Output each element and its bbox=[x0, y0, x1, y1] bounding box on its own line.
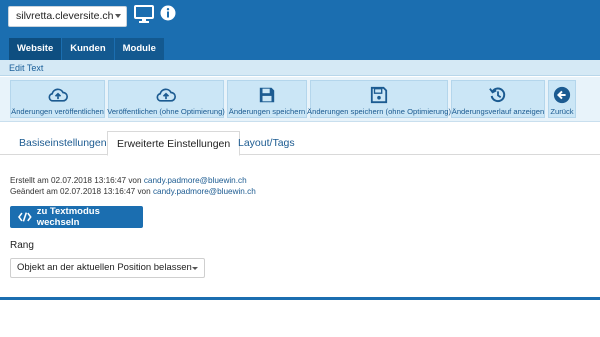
tab-erweiterte-einstellungen[interactable]: Erweiterte Einstellungen bbox=[107, 131, 241, 156]
info-icon[interactable] bbox=[160, 5, 176, 21]
back-button[interactable]: Zurück bbox=[548, 80, 576, 118]
top-header: silvretta.cleversite.ch Website Kunden M… bbox=[0, 0, 600, 60]
chevron-down-icon bbox=[115, 14, 121, 18]
arrow-left-circle-icon bbox=[553, 86, 571, 104]
toolbar-button-label: Änderungen speichern bbox=[228, 107, 306, 116]
tab-layout-tags[interactable]: Layout/Tags bbox=[229, 131, 304, 155]
site-select-value: silvretta.cleversite.ch bbox=[16, 10, 114, 22]
content-tabs: Basiseinstellungen Erweiterte Einstellun… bbox=[0, 131, 600, 156]
toolbar-button-label: Änderungen veröffentlichen bbox=[11, 107, 104, 116]
publish-without-optimization-button[interactable]: Veröffentlichen (ohne Optimierung) bbox=[107, 80, 225, 118]
nav-tab-module[interactable]: Module bbox=[114, 38, 164, 60]
save-without-optimization-button[interactable]: Änderungen speichern (ohne Optimierung) bbox=[307, 80, 451, 118]
show-change-history-button[interactable]: Änderungsverlauf anzeigen bbox=[451, 80, 545, 118]
switch-to-textmode-button[interactable]: zu Textmodus wechseln bbox=[10, 206, 143, 228]
rang-select[interactable]: Objekt an der aktuellen Position belasse… bbox=[10, 258, 205, 278]
changed-by-link[interactable]: candy.padmore@bluewin.ch bbox=[153, 187, 256, 196]
toolbar-button-label: Veröffentlichen (ohne Optimierung) bbox=[107, 107, 225, 116]
nav-tab-website[interactable]: Website bbox=[9, 38, 62, 60]
tab-basiseinstellungen[interactable]: Basiseinstellungen bbox=[10, 131, 116, 155]
floppy-disk-icon bbox=[370, 86, 388, 104]
nav-tab-kunden[interactable]: Kunden bbox=[62, 38, 114, 60]
chevron-down-icon bbox=[192, 267, 198, 270]
created-by-link[interactable]: candy.padmore@bluewin.ch bbox=[144, 176, 247, 185]
changed-prefix: Geändert am 02.07.2018 13:16:47 von bbox=[10, 187, 151, 196]
floppy-disk-icon bbox=[259, 87, 275, 103]
footer-divider bbox=[0, 297, 600, 300]
history-icon bbox=[489, 87, 506, 103]
cloud-upload-icon bbox=[156, 88, 176, 102]
created-info: Erstellt am 02.07.2018 13:16:47 von cand… bbox=[10, 176, 247, 185]
toolbar-button-label: Zurück bbox=[550, 107, 574, 116]
monitor-icon[interactable] bbox=[134, 5, 154, 23]
save-changes-button[interactable]: Änderungen speichern bbox=[227, 80, 307, 118]
rang-label: Rang bbox=[10, 240, 34, 251]
cloud-upload-icon bbox=[48, 88, 68, 102]
code-icon bbox=[18, 212, 32, 222]
textmode-button-label: zu Textmodus wechseln bbox=[36, 206, 100, 228]
action-toolbar: Änderungen veröffentlichen Veröffentlich… bbox=[0, 77, 600, 122]
page-subtitle-bar: Edit Text bbox=[0, 60, 600, 76]
site-select[interactable]: silvretta.cleversite.ch bbox=[8, 6, 127, 27]
changed-info: Geändert am 02.07.2018 13:16:47 von cand… bbox=[10, 187, 256, 196]
publish-changes-button[interactable]: Änderungen veröffentlichen bbox=[10, 80, 105, 118]
created-prefix: Erstellt am 02.07.2018 13:16:47 von bbox=[10, 176, 142, 185]
toolbar-button-label: Änderungsverlauf anzeigen bbox=[451, 107, 545, 116]
main-nav: Website Kunden Module bbox=[9, 38, 164, 60]
page-subtitle: Edit Text bbox=[9, 63, 44, 73]
toolbar-button-label: Änderungen speichern (ohne Optimierung) bbox=[307, 107, 451, 116]
rang-select-value: Objekt an der aktuellen Position belasse… bbox=[17, 262, 192, 273]
